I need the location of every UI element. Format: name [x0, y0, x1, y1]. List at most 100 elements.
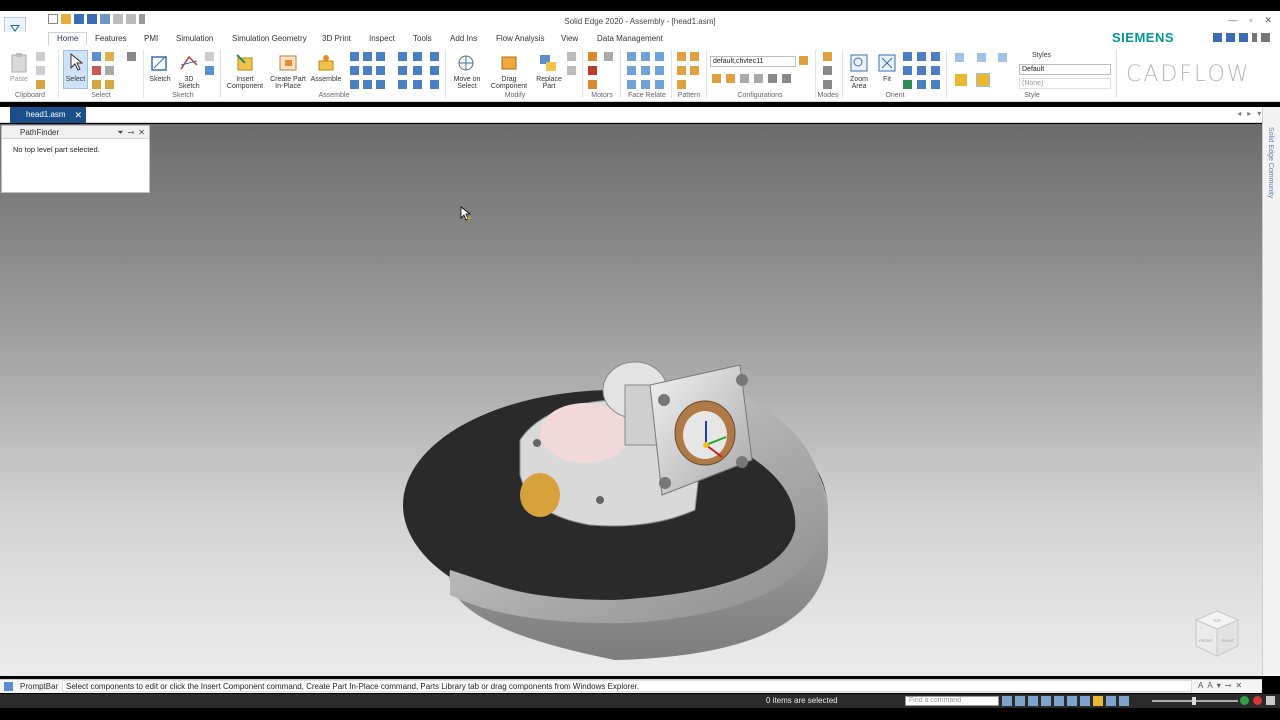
mode-icon[interactable] — [823, 52, 832, 61]
select-edge-icon[interactable] — [92, 66, 101, 75]
drag-component-label-line1[interactable]: Drag — [485, 76, 533, 83]
close-button[interactable]: ✕ — [1264, 15, 1272, 26]
minimize-ribbon-icon[interactable] — [1261, 33, 1270, 42]
relationship-icon[interactable] — [430, 52, 439, 61]
sketch-option-icon[interactable] — [205, 52, 214, 61]
select-filter-icon[interactable] — [105, 52, 114, 61]
relationship-icon[interactable] — [413, 80, 422, 89]
motor-icon[interactable] — [588, 52, 597, 61]
configuration-icon[interactable] — [768, 74, 777, 83]
shaded-icon[interactable] — [955, 74, 967, 86]
tab-3d-print[interactable]: 3D Print — [322, 34, 351, 43]
font-size-icon[interactable]: A — [1198, 681, 1203, 690]
view-icon[interactable] — [917, 66, 926, 75]
shaded-icon[interactable] — [1093, 696, 1103, 706]
layout-icon[interactable] — [1213, 33, 1222, 42]
pattern-icon[interactable] — [677, 66, 686, 75]
tab-add-ins[interactable]: Add Ins — [450, 34, 477, 43]
pan-icon[interactable] — [1028, 696, 1038, 706]
pattern-icon[interactable] — [677, 80, 686, 89]
view-cube[interactable]: TOP FRONT RIGHT — [1192, 608, 1242, 660]
create-part-in-place-icon[interactable] — [278, 53, 298, 73]
zoom-area-label-line1[interactable]: Zoom — [846, 76, 872, 83]
right-docked-panel[interactable]: Solid Edge Community — [1262, 107, 1280, 676]
assemble-icon[interactable] — [316, 53, 336, 73]
style-dropdown[interactable]: Default — [1019, 64, 1111, 75]
replace-part-label-line2[interactable]: Part — [532, 83, 566, 90]
cut-icon[interactable] — [36, 52, 45, 61]
face-relate-icon[interactable] — [627, 66, 636, 75]
rotate-icon[interactable] — [931, 52, 940, 61]
relationship-icon[interactable] — [398, 80, 407, 89]
relationship-icon[interactable] — [376, 66, 385, 75]
sketch-option-icon[interactable] — [205, 66, 214, 75]
fit-icon[interactable] — [877, 53, 897, 73]
select-tools-icon[interactable] — [92, 52, 101, 61]
face-relate-icon[interactable] — [627, 52, 636, 61]
face-relate-icon[interactable] — [641, 80, 650, 89]
tab-simulation-geometry[interactable]: Simulation Geometry — [232, 34, 307, 43]
insert-component-label-line2[interactable]: Component — [224, 83, 266, 90]
configuration-icon[interactable] — [726, 74, 735, 83]
zoom-icon[interactable] — [1015, 696, 1025, 706]
tab-list-icon[interactable]: ▾ — [1257, 109, 1261, 118]
pathfinder-panel[interactable]: PathFinder ⏷ ⊸ ✕ No top level part selec… — [1, 125, 150, 193]
style-secondary-dropdown[interactable]: (None) — [1019, 78, 1111, 89]
view-cube-icon[interactable] — [998, 53, 1007, 62]
modify-option-icon[interactable] — [567, 66, 576, 75]
layout-alt-icon[interactable] — [1226, 33, 1235, 42]
select-part-icon[interactable] — [105, 80, 114, 89]
restore-button[interactable]: ▫ — [1249, 15, 1252, 26]
face-relate-icon[interactable] — [655, 52, 664, 61]
pattern-icon[interactable] — [690, 66, 699, 75]
arrow-cursor-icon[interactable] — [69, 53, 83, 71]
display-icon[interactable] — [1106, 696, 1116, 706]
arrow-icon[interactable] — [1002, 696, 1012, 706]
community-tab-label[interactable]: Solid Edge Community — [1267, 127, 1274, 198]
relationship-icon[interactable] — [350, 80, 359, 89]
relationship-icon[interactable] — [350, 52, 359, 61]
fit-label[interactable]: Fit — [876, 76, 898, 83]
paste-icon[interactable] — [10, 52, 28, 74]
status-options-icon[interactable] — [1266, 696, 1275, 705]
close-icon[interactable]: ✕ — [138, 126, 145, 139]
mode-icon[interactable] — [823, 80, 832, 89]
configuration-options-icon[interactable] — [799, 56, 808, 65]
relationship-icon[interactable] — [430, 80, 439, 89]
shaded-with-edges-icon[interactable] — [976, 73, 990, 87]
find-icon[interactable] — [127, 52, 136, 61]
create-part-label-line2[interactable]: In-Place — [268, 83, 308, 90]
motor-icon[interactable] — [604, 52, 613, 61]
zoom-area-label-line2[interactable]: Area — [846, 83, 872, 90]
configuration-icon[interactable] — [712, 74, 721, 83]
zoom-area-icon[interactable] — [849, 53, 869, 73]
face-relate-icon[interactable] — [627, 80, 636, 89]
modify-option-icon[interactable] — [567, 52, 576, 61]
mode-icon[interactable] — [823, 66, 832, 75]
face-relate-icon[interactable] — [655, 80, 664, 89]
view-icon[interactable] — [903, 66, 912, 75]
relationship-icon[interactable] — [413, 66, 422, 75]
pattern-icon[interactable] — [690, 52, 699, 61]
zoom-in-icon[interactable] — [1240, 696, 1249, 705]
tab-data-management[interactable]: Data Management — [597, 34, 663, 43]
document-tab[interactable]: head1.asm ✕ — [10, 107, 86, 123]
minimize-button[interactable]: — — [1228, 15, 1237, 26]
pan-icon[interactable] — [917, 52, 926, 61]
close-icon[interactable]: ✕ — [74, 107, 82, 123]
drag-component-label-line2[interactable]: Component — [485, 83, 533, 90]
view-icon[interactable] — [931, 80, 940, 89]
face-relate-icon[interactable] — [641, 52, 650, 61]
configuration-icon[interactable] — [782, 74, 791, 83]
relationship-icon[interactable] — [398, 66, 407, 75]
tab-features[interactable]: Features — [95, 34, 127, 43]
close-icon[interactable]: ✕ — [1235, 681, 1242, 690]
assembly-3d-model[interactable] — [400, 355, 840, 665]
relationship-icon[interactable] — [376, 52, 385, 61]
motor-icon[interactable] — [588, 66, 597, 75]
chevron-down-icon[interactable]: ▾ — [1217, 681, 1221, 690]
render-icon[interactable] — [1080, 696, 1090, 706]
pattern-icon[interactable] — [677, 52, 686, 61]
replace-part-label-line1[interactable]: Replace — [532, 76, 566, 83]
face-relate-icon[interactable] — [655, 66, 664, 75]
